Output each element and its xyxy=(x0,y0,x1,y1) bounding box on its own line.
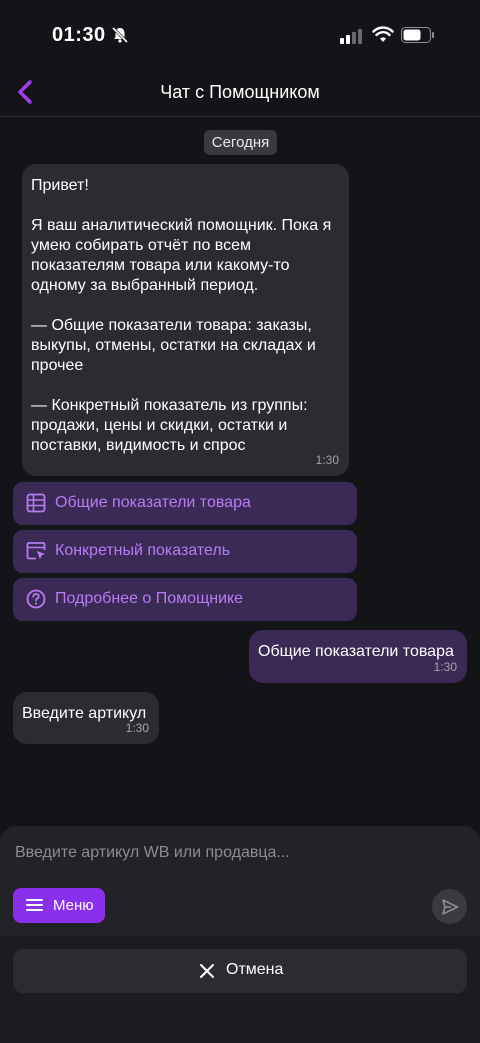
specific-metric-button[interactable]: Конкретный показатель xyxy=(13,530,357,573)
article-input[interactable] xyxy=(13,838,457,868)
close-icon xyxy=(199,963,215,984)
bot-greeting-message: Привет! Я ваш аналитический помощник. По… xyxy=(22,164,349,476)
bell-muted-icon xyxy=(111,26,129,49)
action-label: Подробнее о Помощнике xyxy=(55,590,244,607)
date-separator: Сегодня xyxy=(204,130,277,155)
cursor-select-icon xyxy=(26,541,46,566)
bottom-panel: Отмена xyxy=(0,936,480,1043)
page-title: Чат с Помощником xyxy=(160,82,320,102)
table-icon xyxy=(26,493,46,518)
message-text: Общие показатели товара xyxy=(258,643,454,660)
message-time: 1:30 xyxy=(433,660,457,674)
chat-header: Чат с Помощником xyxy=(0,70,480,117)
bot-reply-message: Введите артикул 1:30 xyxy=(13,692,159,744)
hamburger-menu-icon xyxy=(26,898,43,917)
cancel-button[interactable]: Отмена xyxy=(13,949,467,993)
general-metrics-button[interactable]: Общие показатели товара xyxy=(13,482,357,525)
cancel-label: Отмена xyxy=(226,961,284,978)
battery-icon xyxy=(401,27,435,48)
menu-button[interactable]: Меню xyxy=(13,888,105,923)
about-assistant-button[interactable]: Подробнее о Помощнике xyxy=(13,578,357,621)
message-text: Привет! Я ваш аналитический помощник. По… xyxy=(31,177,332,454)
message-time: 1:30 xyxy=(125,721,149,735)
help-circle-icon xyxy=(26,589,46,614)
menu-label: Меню xyxy=(53,897,94,914)
action-label: Общие показатели товара xyxy=(55,494,251,511)
cellular-signal-icon xyxy=(340,28,364,49)
send-button[interactable] xyxy=(432,889,467,924)
wifi-icon xyxy=(372,26,394,49)
status-bar: 01:30 xyxy=(0,0,480,70)
message-composer: Меню xyxy=(0,826,480,936)
status-time: 01:30 xyxy=(52,24,106,46)
message-time: 1:30 xyxy=(315,453,339,467)
action-label: Конкретный показатель xyxy=(55,542,231,559)
user-message: Общие показатели товара 1:30 xyxy=(249,630,467,683)
